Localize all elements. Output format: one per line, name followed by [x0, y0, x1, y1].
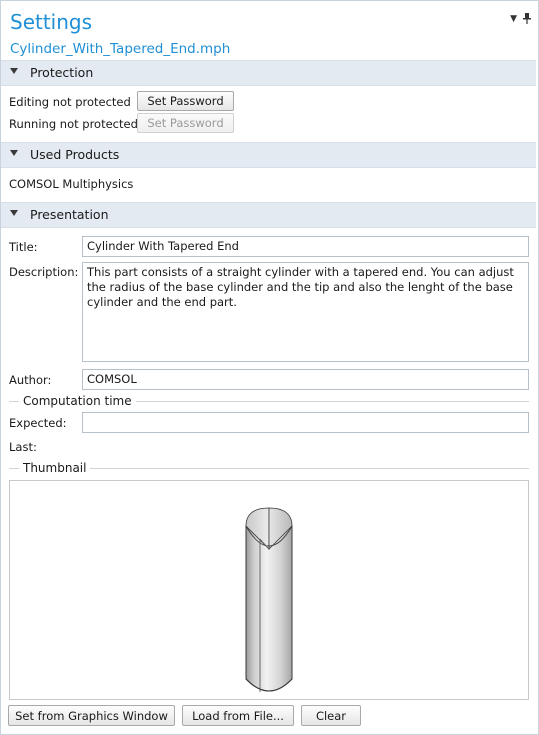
collapse-triangle-icon[interactable]: [10, 150, 18, 156]
thumbnail-label: Thumbnail: [19, 461, 91, 475]
clear-button[interactable]: Clear: [301, 705, 361, 726]
expected-field[interactable]: [82, 412, 529, 433]
window-controls: ▼: [510, 13, 531, 24]
running-status-label: Running not protected: [9, 117, 138, 131]
window-title: Settings: [10, 10, 93, 34]
title-field[interactable]: Cylinder With Tapered End: [82, 236, 529, 257]
load-from-file-button[interactable]: Load from File...: [182, 705, 294, 726]
file-name: Cylinder_With_Tapered_End.mph: [10, 41, 231, 57]
set-from-graphics-window-button[interactable]: Set from Graphics Window: [8, 705, 175, 726]
section-presentation-label: Presentation: [30, 207, 109, 222]
section-protection-label: Protection: [30, 65, 94, 80]
author-label: Author:: [9, 373, 52, 387]
chevron-down-icon[interactable]: ▼: [510, 14, 517, 24]
section-used-products-label: Used Products: [30, 147, 120, 162]
set-password-button[interactable]: Set Password: [137, 91, 234, 111]
last-label: Last:: [9, 440, 37, 454]
set-password-button-disabled: Set Password: [137, 113, 234, 133]
section-presentation[interactable]: Presentation: [1, 202, 536, 228]
author-field[interactable]: COMSOL: [82, 369, 529, 390]
thumbnail-area: [9, 480, 529, 700]
expected-label: Expected:: [9, 416, 67, 430]
title-label: Title:: [9, 240, 38, 254]
pin-icon[interactable]: [523, 13, 531, 24]
cylinder-thumbnail-image: [245, 507, 293, 692]
computation-time-label: Computation time: [19, 394, 136, 408]
section-used-products[interactable]: Used Products: [1, 142, 536, 168]
product-name: COMSOL Multiphysics: [9, 177, 134, 191]
collapse-triangle-icon[interactable]: [10, 210, 18, 216]
section-protection[interactable]: Protection: [1, 60, 536, 86]
editing-status-label: Editing not protected: [9, 95, 131, 109]
description-field[interactable]: This part consists of a straight cylinde…: [82, 262, 529, 362]
description-label: Description:: [9, 265, 79, 279]
collapse-triangle-icon[interactable]: [10, 68, 18, 74]
